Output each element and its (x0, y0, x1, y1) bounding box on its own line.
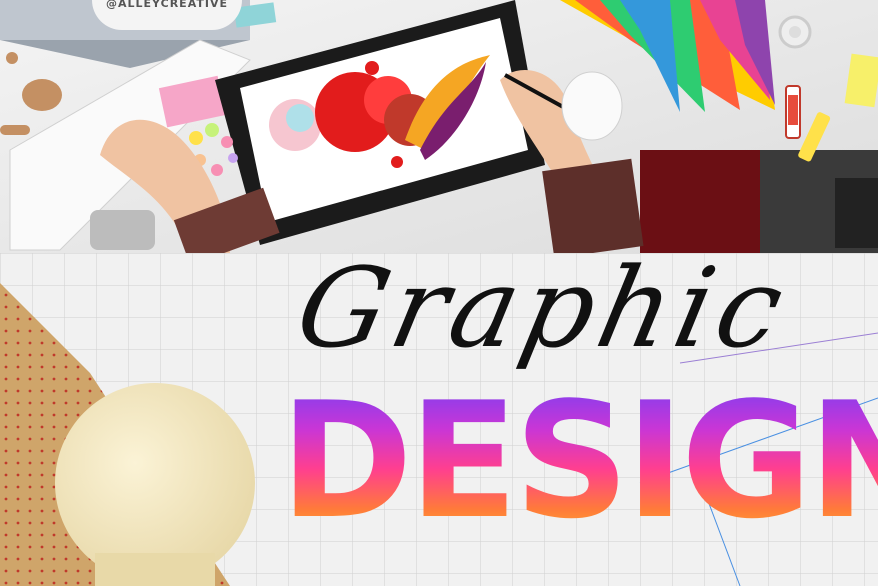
mouse-icon (561, 71, 623, 141)
desk-photo: @ALLEYCREATIVE (0, 0, 878, 253)
design-heading: DESIGN (280, 381, 878, 541)
brand-badge: @ALLEYCREATIVE (92, 0, 242, 30)
graphic-script-heading: Graphic (286, 253, 800, 372)
brand-handle: @ALLEYCREATIVE (106, 0, 228, 10)
graphic-design-poster: DESIGN Graphic (0, 253, 878, 586)
